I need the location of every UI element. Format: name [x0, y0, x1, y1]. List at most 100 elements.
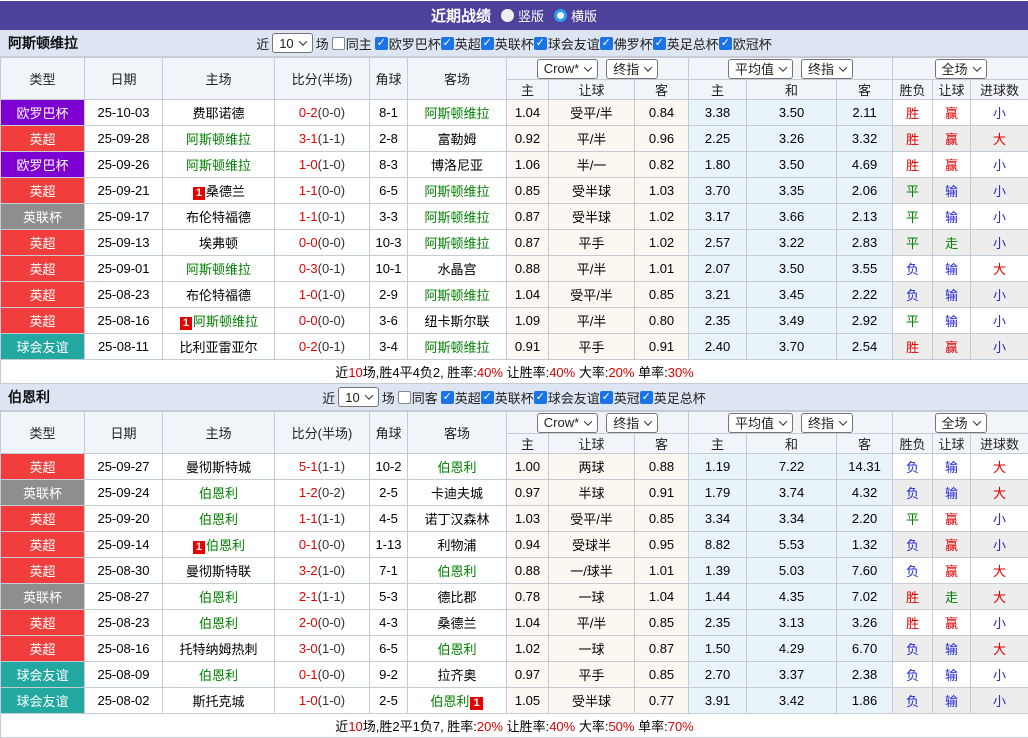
- bookmaker-select[interactable]: Crow*: [537, 413, 598, 433]
- team-link[interactable]: 斯托克城: [192, 694, 244, 709]
- avg-draw-odds: 3.37: [747, 662, 837, 688]
- team-link[interactable]: 利物浦: [437, 538, 476, 553]
- team-link[interactable]: 伯恩利: [206, 538, 245, 553]
- team-link[interactable]: 阿斯顿维拉: [424, 210, 489, 225]
- team-link[interactable]: 富勒姆: [437, 132, 476, 147]
- league-checkbox[interactable]: ✓英足总杯: [653, 34, 719, 53]
- team-link[interactable]: 曼彻斯特联: [186, 564, 251, 579]
- handicap-line: 平手: [549, 334, 635, 360]
- team-link[interactable]: 伯恩利: [437, 642, 476, 657]
- league-checkbox[interactable]: ✓英超: [441, 34, 481, 53]
- team-link[interactable]: 托特纳姆热刺: [179, 642, 257, 657]
- league-checkbox[interactable]: ✓球会友谊: [534, 34, 600, 53]
- bookmaker-select[interactable]: Crow*: [537, 59, 598, 79]
- checkbox-checked-icon: ✓: [534, 37, 547, 50]
- same-venue-checkbox[interactable]: 同主: [332, 34, 372, 53]
- league-checkbox[interactable]: ✓佛罗杯: [600, 34, 653, 53]
- team-link[interactable]: 伯恩利: [437, 460, 476, 475]
- team-link[interactable]: 伯恩利: [199, 486, 238, 501]
- team-link[interactable]: 博洛尼亚: [431, 158, 483, 173]
- away-team-cell: 阿斯顿维拉: [408, 282, 507, 308]
- team-link[interactable]: 比利亚雷亚尔: [179, 340, 257, 355]
- handicap-result-cell: 输: [933, 662, 971, 688]
- col-score: 比分(半场): [275, 412, 370, 454]
- avg-draw-odds: 3.49: [747, 308, 837, 334]
- crow-away-odds: 0.82: [635, 152, 689, 178]
- full-match-select[interactable]: 全场: [935, 59, 987, 79]
- average-select[interactable]: 平均值: [728, 59, 793, 79]
- team-link[interactable]: 布伦特福德: [186, 210, 251, 225]
- match-count-select[interactable]: 10: [338, 387, 378, 407]
- match-row: 英超25-09-01阿斯顿维拉0-3(0-1)10-1水晶宫0.88平/半1.0…: [1, 256, 1028, 282]
- team-link[interactable]: 伯恩利: [199, 668, 238, 683]
- league-checkbox[interactable]: ✓英冠: [600, 388, 640, 407]
- team-link[interactable]: 阿斯顿维拉: [424, 184, 489, 199]
- team-link[interactable]: 费耶诺德: [192, 106, 244, 121]
- handicap-result-cell: 赢: [933, 334, 971, 360]
- team-link[interactable]: 伯恩利: [199, 590, 238, 605]
- handicap-line: 受平/半: [549, 282, 635, 308]
- team-link[interactable]: 阿斯顿维拉: [424, 236, 489, 251]
- match-row: 欧罗巴杯25-10-03费耶诺德0-2(0-0)8-1阿斯顿维拉1.04受平/半…: [1, 100, 1028, 126]
- final-odds-select-1[interactable]: 终指: [606, 413, 658, 433]
- team-link[interactable]: 曼彻斯特城: [186, 460, 251, 475]
- team-link[interactable]: 阿斯顿维拉: [424, 340, 489, 355]
- league-checkbox[interactable]: ✓英足总杯: [640, 388, 706, 407]
- team-link[interactable]: 阿斯顿维拉: [193, 314, 258, 329]
- avg-draw-odds: 3.50: [747, 256, 837, 282]
- final-odds-select-2[interactable]: 终指: [801, 413, 853, 433]
- team-link[interactable]: 德比郡: [437, 590, 476, 605]
- match-date: 25-08-23: [85, 610, 163, 636]
- handicap-line: 一球: [549, 636, 635, 662]
- final-odds-select-2[interactable]: 终指: [801, 59, 853, 79]
- same-venue-checkbox[interactable]: 同客: [398, 388, 438, 407]
- match-count-select[interactable]: 10: [272, 33, 312, 53]
- crow-home-odds: 0.97: [507, 480, 549, 506]
- team-link[interactable]: 伯恩利: [437, 564, 476, 579]
- avg-away-odds: 7.02: [837, 584, 893, 610]
- avg-home-odds: 1.50: [689, 636, 747, 662]
- team-link[interactable]: 诺丁汉森林: [424, 512, 489, 527]
- full-match-select[interactable]: 全场: [935, 413, 987, 433]
- team-link[interactable]: 阿斯顿维拉: [424, 288, 489, 303]
- team-link[interactable]: 阿斯顿维拉: [424, 106, 489, 121]
- average-select[interactable]: 平均值: [728, 413, 793, 433]
- league-checkbox[interactable]: ✓英联杯: [481, 388, 534, 407]
- corner-cell: 4-5: [370, 506, 408, 532]
- team-link[interactable]: 卡迪夫城: [431, 486, 483, 501]
- team-link[interactable]: 阿斯顿维拉: [186, 262, 251, 277]
- crow-home-odds: 1.05: [507, 688, 549, 714]
- team-link[interactable]: 阿斯顿维拉: [186, 158, 251, 173]
- team-link[interactable]: 伯恩利: [430, 694, 469, 709]
- team-link[interactable]: 桑德兰: [437, 616, 476, 631]
- team-link[interactable]: 阿斯顿维拉: [186, 132, 251, 147]
- league-checkbox[interactable]: ✓英联杯: [481, 34, 534, 53]
- team-link[interactable]: 布伦特福德: [186, 288, 251, 303]
- crow-away-odds: 0.85: [635, 662, 689, 688]
- team-link[interactable]: 水晶宫: [437, 262, 476, 277]
- team-link[interactable]: 伯恩利: [199, 512, 238, 527]
- team-link[interactable]: 拉齐奥: [437, 668, 476, 683]
- corner-cell: 6-5: [370, 178, 408, 204]
- section-bar: 阿斯顿维拉 近 10 场 同主 ✓欧罗巴杯✓英超✓英联杯✓球会友谊✓佛罗杯✓英足…: [0, 30, 1028, 57]
- radio-horizontal[interactable]: 横版: [554, 6, 597, 25]
- league-checkbox[interactable]: ✓欧冠杯: [719, 34, 772, 53]
- result-cell: 胜: [893, 584, 933, 610]
- team-link[interactable]: 桑德兰: [206, 184, 245, 199]
- league-checkbox[interactable]: ✓欧罗巴杯: [375, 34, 441, 53]
- team-link[interactable]: 埃弗顿: [199, 236, 238, 251]
- final-odds-select-1[interactable]: 终指: [606, 59, 658, 79]
- team-link[interactable]: 伯恩利: [199, 616, 238, 631]
- radio-vertical[interactable]: 竖版: [501, 6, 544, 25]
- match-type-badge: 英超: [1, 256, 85, 282]
- league-checkbox[interactable]: ✓球会友谊: [534, 388, 600, 407]
- score-cell: 1-1(1-1): [275, 506, 370, 532]
- team-link[interactable]: 纽卡斯尔联: [424, 314, 489, 329]
- crow-home-odds: 1.04: [507, 610, 549, 636]
- match-type-badge: 英超: [1, 532, 85, 558]
- avg-draw-odds: 3.50: [747, 152, 837, 178]
- league-checkbox[interactable]: ✓英超: [441, 388, 481, 407]
- away-team-cell: 阿斯顿维拉: [408, 100, 507, 126]
- avg-away-odds: 2.11: [837, 100, 893, 126]
- avg-draw-odds: 7.22: [747, 454, 837, 480]
